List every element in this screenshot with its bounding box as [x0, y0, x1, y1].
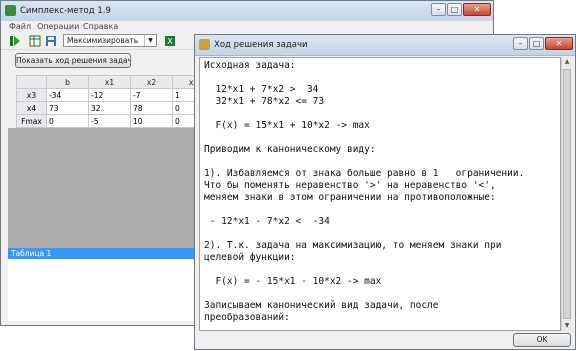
save-icon[interactable] — [45, 35, 57, 47]
solution-line: меняем знаки в этом ограничении на проти… — [204, 192, 496, 203]
solution-line: - 12*x1 - 7*x2 < -34 — [204, 216, 330, 227]
window-icon — [199, 39, 210, 50]
table-cell[interactable]: -5 — [88, 114, 131, 128]
run-icon[interactable] — [9, 35, 21, 47]
tables-panel — [8, 128, 194, 248]
solution-line: F(x) = 15*x1 + 10*x2 -> max — [204, 120, 370, 131]
minimize-button[interactable]: – — [431, 3, 446, 16]
chevron-down-icon[interactable]: ▼ — [144, 35, 156, 46]
solution-line: F(x) = - 15*x1 - 10*x2 -> max — [204, 276, 382, 287]
menubar: Файл Операции Справка — [1, 21, 493, 33]
close-button[interactable]: ✕ — [545, 37, 573, 50]
main-titlebar[interactable]: Симплекс-метод 1.9 – □ ✕ — [1, 1, 493, 22]
menu-help[interactable]: Справка — [83, 22, 118, 31]
table-cell[interactable]: -34 — [46, 88, 89, 102]
solution-line: 1). Избавляемся от знака больше равно в … — [204, 168, 525, 179]
row-header: x3 — [16, 88, 47, 102]
solution-line: Записываем канонический вид задачи, посл… — [204, 300, 439, 311]
column-header: x1 — [88, 75, 131, 89]
table-cell[interactable]: 0 — [46, 114, 89, 128]
show-solution-button[interactable]: Показать ход решения задачи — [15, 53, 131, 68]
solution-line: преобразований: — [204, 312, 290, 323]
menu-operations[interactable]: Операции — [37, 22, 79, 31]
solution-window: Ход решения задачи – □ ✕ Исходная задача… — [194, 34, 576, 350]
app-icon — [5, 5, 16, 16]
table-cell[interactable]: 73 — [46, 101, 89, 115]
table-cell[interactable]: -7 — [130, 88, 173, 102]
solution-line: 12*x1 + 7*x2 > 34 — [204, 84, 319, 95]
table-cell[interactable]: 10 — [130, 114, 173, 128]
simplex-table: b x1 x2 x3 x3 -34 -12 -7 1 x4 73 32 78 0… — [16, 75, 215, 128]
table-row: x4 73 32 78 0 — [16, 101, 215, 115]
close-button[interactable]: ✕ — [463, 3, 491, 16]
selected-table-item[interactable]: Таблица 1 — [8, 248, 194, 259]
table-cell[interactable]: -12 — [88, 88, 131, 102]
ok-button[interactable]: OK — [513, 333, 571, 347]
column-header — [16, 75, 47, 89]
table-icon[interactable] — [29, 35, 41, 47]
svg-text:X: X — [167, 37, 173, 46]
row-header: x4 — [16, 101, 47, 115]
solution-line: Приводим к каноническому виду: — [204, 144, 376, 155]
optimization-select-value: Максимизировать — [67, 36, 139, 45]
minimize-button[interactable]: – — [513, 37, 528, 50]
main-window-title: Симплекс-метод 1.9 — [20, 6, 111, 16]
solution-window-title: Ход решения задачи — [214, 40, 308, 50]
solution-titlebar[interactable]: Ход решения задачи – □ ✕ — [195, 35, 575, 56]
optimization-select[interactable]: Максимизировать ▼ — [63, 34, 157, 47]
solution-text-area[interactable]: Исходная задача: 12*x1 + 7*x2 > 34 32*x1… — [199, 57, 561, 331]
vertical-scrollbar[interactable]: ▲ ▼ — [561, 57, 572, 331]
ok-button-label: OK — [536, 335, 548, 344]
excel-icon[interactable]: X — [164, 35, 176, 47]
tables-list-area — [8, 259, 194, 321]
row-header: Fmax — [16, 114, 47, 128]
table-cell[interactable]: 78 — [130, 101, 173, 115]
solution-line: 32*x1 + 78*x2 <= 73 — [204, 96, 325, 107]
maximize-button[interactable]: □ — [447, 3, 462, 16]
maximize-button[interactable]: □ — [529, 37, 544, 50]
column-header: x2 — [130, 75, 173, 89]
solution-line: Исходная задача: — [204, 60, 296, 71]
selected-table-label: Таблица 1 — [11, 249, 52, 258]
table-cell[interactable]: 32 — [88, 101, 131, 115]
solution-line: 2). Т.к. задача на максимизацию, то меня… — [204, 240, 502, 251]
table-header-row: b x1 x2 x3 — [16, 75, 215, 89]
solution-line: целевой функции: — [204, 252, 296, 263]
show-solution-button-label: Показать ход решения задачи — [16, 56, 131, 65]
table-row: x3 -34 -12 -7 1 — [16, 88, 215, 102]
column-header: b — [46, 75, 89, 89]
scroll-thumb[interactable] — [563, 69, 571, 319]
solution-line: Что бы поменять неравенство '>' на нерав… — [204, 180, 496, 191]
scroll-down-icon[interactable]: ▼ — [562, 321, 572, 331]
scroll-up-icon[interactable]: ▲ — [562, 57, 572, 67]
table-row: Fmax 0 -5 10 0 — [16, 114, 215, 128]
menu-file[interactable]: Файл — [9, 22, 31, 31]
